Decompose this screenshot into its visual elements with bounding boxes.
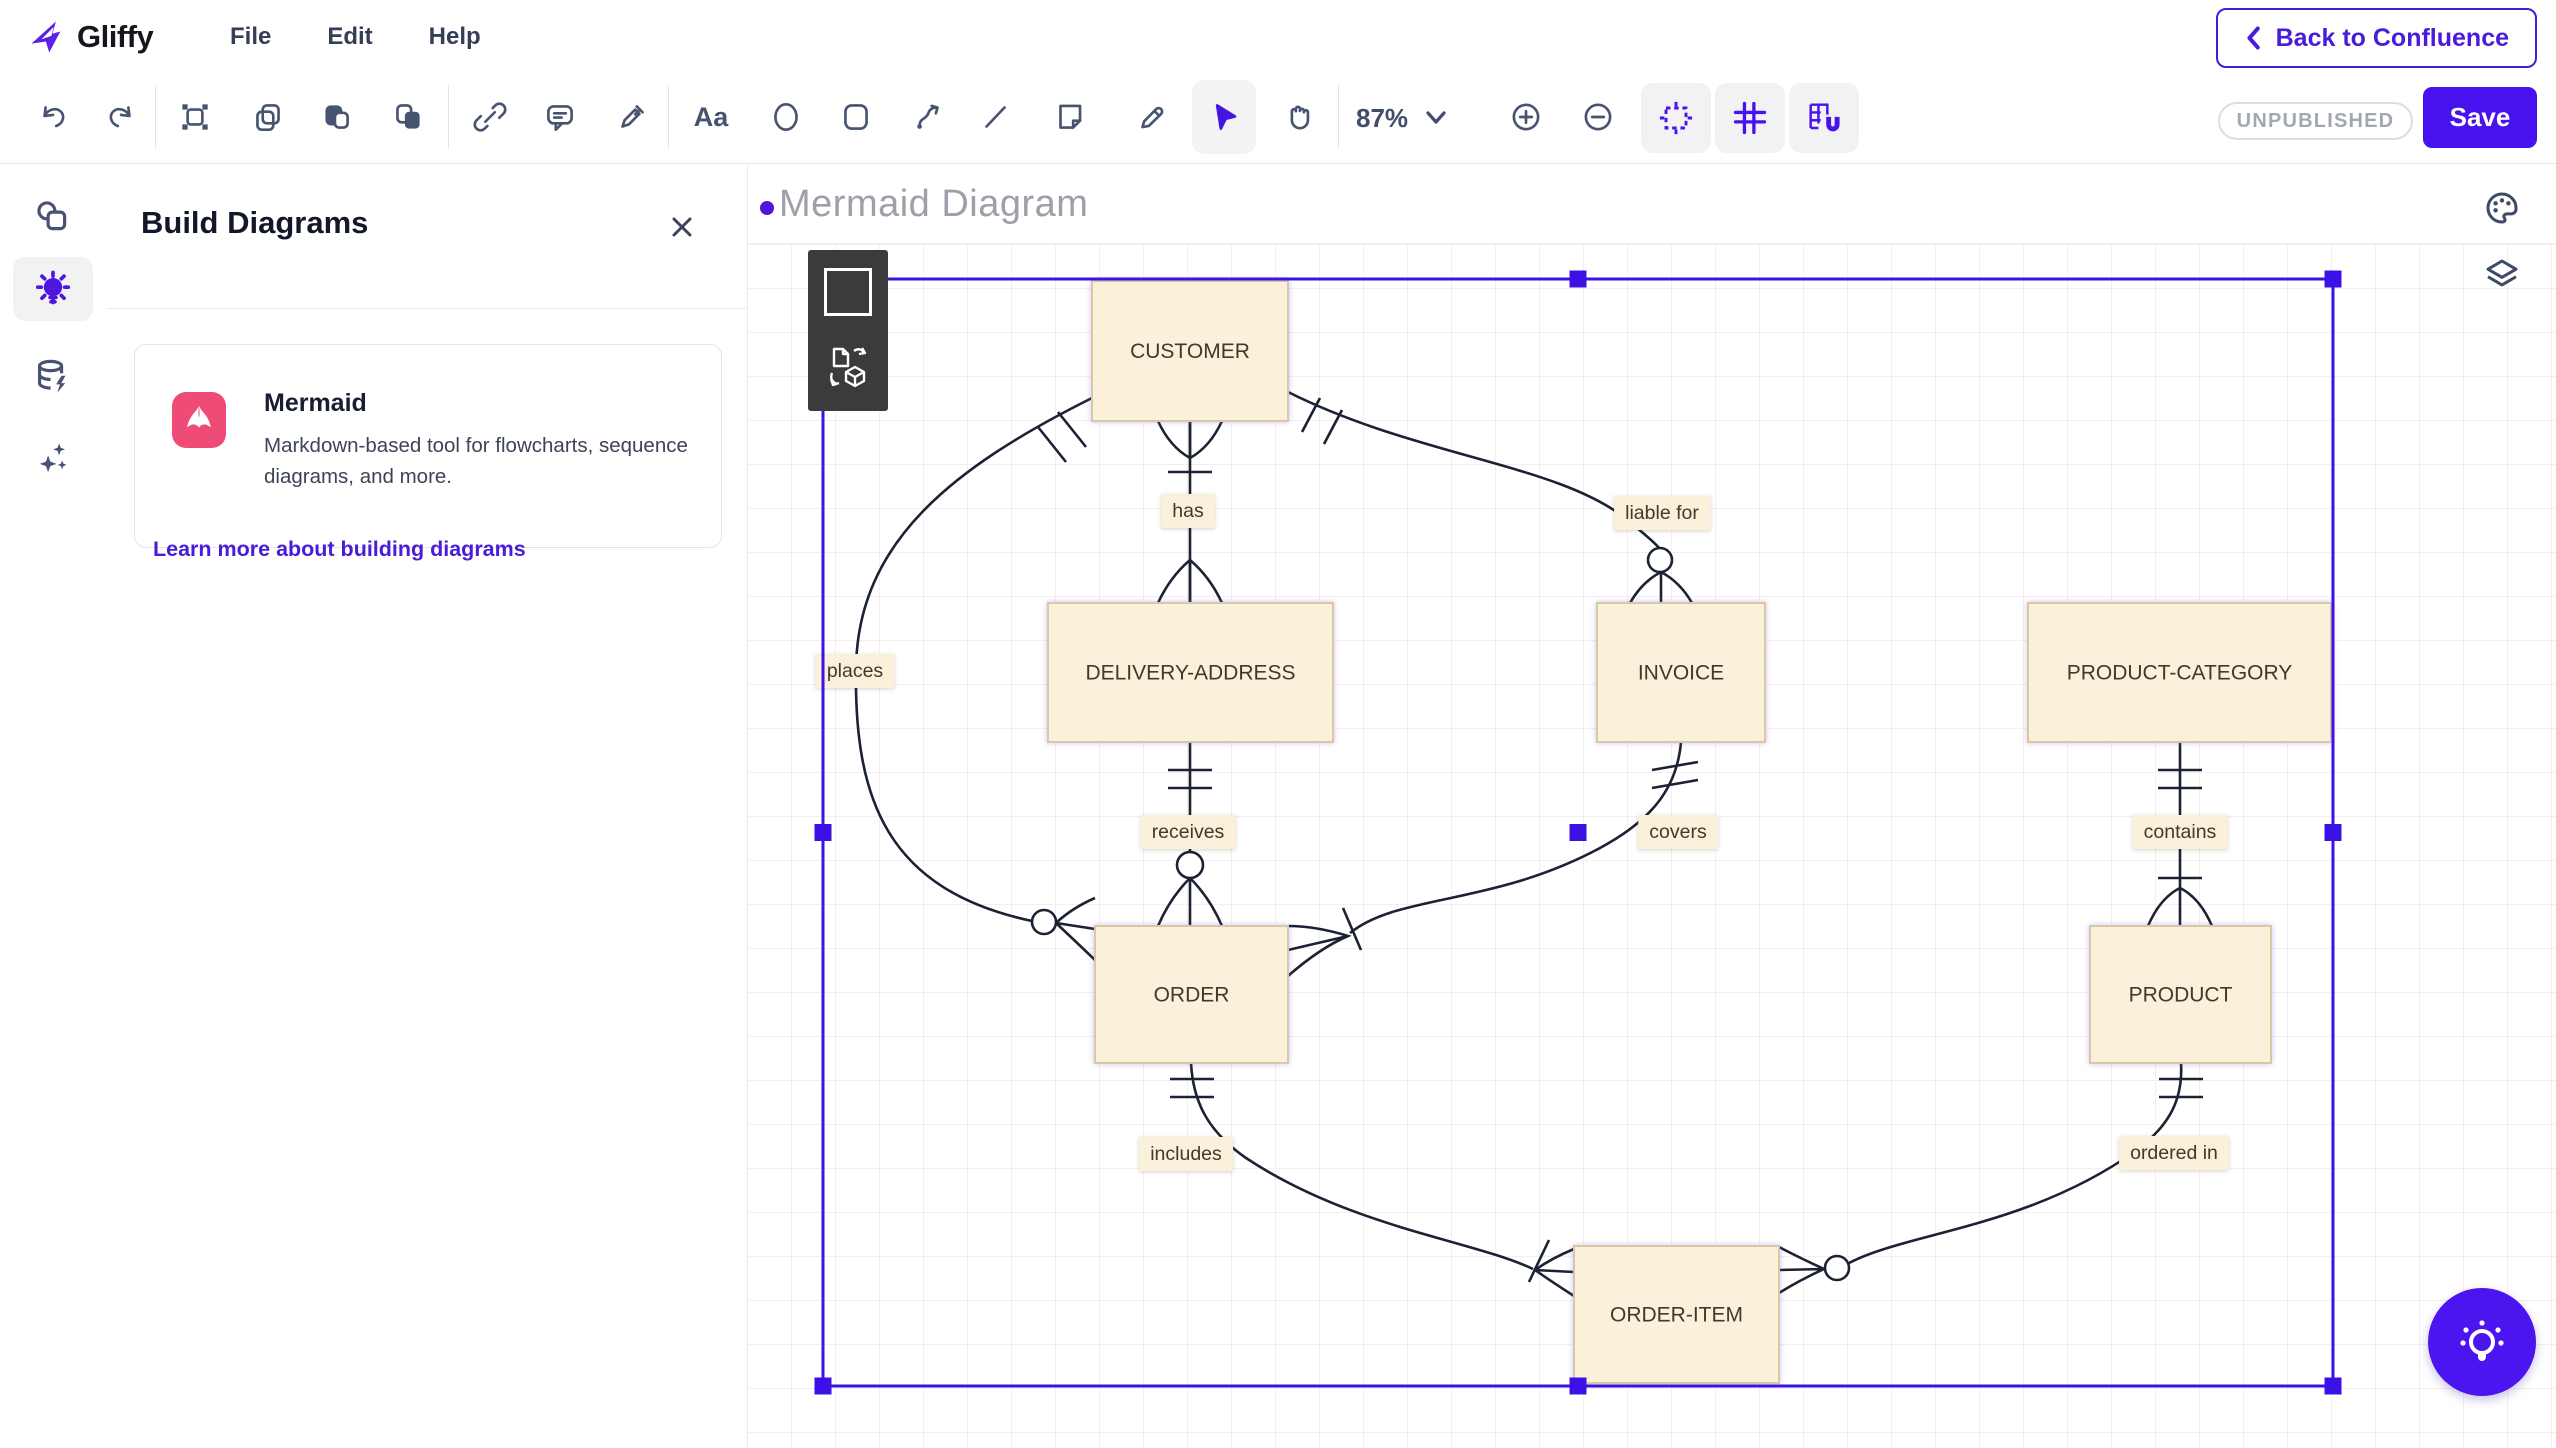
zoom-in-button[interactable]	[1494, 80, 1558, 154]
text-tool-icon: Aa	[694, 102, 729, 133]
tool-line-button[interactable]	[963, 80, 1027, 154]
build-diagrams-panel: Build Diagrams Mermaid Markdown-based to…	[106, 163, 748, 1448]
grid-toggle-button[interactable]	[1715, 83, 1785, 153]
tips-lightbulb-button[interactable]	[2428, 1288, 2536, 1396]
shapes-icon	[31, 195, 75, 239]
mermaid-card-description: Markdown-based tool for flowcharts, sequ…	[264, 430, 716, 492]
left-icon-rail	[0, 163, 107, 1448]
toolbar-divider	[448, 85, 449, 149]
sidebar-item-build-diagrams[interactable]	[13, 257, 93, 321]
title-bullet-dot	[760, 201, 774, 215]
theme-palette-icon[interactable]	[2480, 186, 2524, 230]
close-panel-button[interactable]	[662, 207, 702, 247]
main-menu: File Edit Help	[230, 0, 481, 73]
toolbar: 87% UNPUBLISHED Save Aa	[0, 73, 2556, 164]
chevron-down-icon	[1424, 110, 1448, 126]
menu-bar: Gliffy File Edit Help Back to Confluence	[0, 0, 2556, 74]
tool-link-button[interactable]	[458, 80, 522, 154]
learn-more-link[interactable]: Learn more about building diagrams	[153, 537, 526, 562]
data-import-icon	[31, 355, 75, 399]
tool-shape-button[interactable]	[1038, 80, 1102, 154]
tool-undo-button[interactable]	[21, 80, 85, 154]
tool-pointer-button[interactable]	[1192, 80, 1256, 154]
zoom-level-dropdown[interactable]: 87%	[1356, 73, 1448, 163]
snap-toggle-button[interactable]	[1789, 83, 1859, 153]
canvas-grid[interactable]	[747, 243, 2556, 1448]
panel-divider	[106, 308, 747, 309]
tool-redo-button[interactable]	[89, 80, 153, 154]
tool-rectangle-button[interactable]	[824, 80, 888, 154]
tool-pencil-button[interactable]	[1120, 80, 1184, 154]
layers-icon[interactable]	[2480, 253, 2524, 297]
mermaid-icon	[172, 392, 226, 448]
zoom-out-button[interactable]	[1566, 80, 1630, 154]
gliffy-logo-icon	[27, 17, 67, 57]
tool-connector-button[interactable]	[896, 80, 960, 154]
tool-send-to-back-button[interactable]	[376, 80, 440, 154]
save-button[interactable]: Save	[2423, 87, 2537, 148]
chevron-left-icon	[2244, 25, 2262, 51]
gliffy-logo-text: Gliffy	[77, 19, 153, 55]
gliffy-logo[interactable]: Gliffy	[27, 0, 153, 73]
square-shape-icon[interactable]	[824, 268, 872, 316]
toolbar-divider	[155, 85, 156, 149]
drawing-guides-toggle-button[interactable]	[1641, 83, 1711, 153]
menu-edit[interactable]: Edit	[327, 23, 372, 51]
tool-bring-to-front-button[interactable]	[304, 80, 368, 154]
diagram-title[interactable]: Mermaid Diagram	[779, 183, 1088, 226]
diagram-canvas[interactable]: Mermaid Diagram	[747, 163, 2556, 1448]
panel-title: Build Diagrams	[141, 205, 368, 241]
tool-pan-button[interactable]	[1266, 80, 1330, 154]
back-to-confluence-button[interactable]: Back to Confluence	[2216, 8, 2537, 68]
menu-help[interactable]: Help	[429, 23, 481, 51]
convert-to-shape-icon[interactable]	[822, 341, 874, 393]
mermaid-card-title: Mermaid	[264, 389, 367, 418]
tool-comment-button[interactable]	[528, 80, 592, 154]
sidebar-item-shapes[interactable]	[13, 185, 93, 249]
back-button-label: Back to Confluence	[2276, 24, 2509, 53]
build-diagrams-icon	[31, 267, 75, 311]
status-badge: UNPUBLISHED	[2218, 102, 2413, 140]
sidebar-item-ai-sparkles[interactable]	[13, 426, 93, 490]
toolbar-divider	[668, 85, 669, 149]
ai-sparkles-icon	[31, 436, 75, 480]
tool-ellipse-button[interactable]	[754, 80, 818, 154]
menu-file[interactable]: File	[230, 23, 271, 51]
tool-text-button[interactable]: Aa	[679, 80, 743, 154]
gliffy-editor: Gliffy File Edit Help Back to Confluence…	[0, 0, 2556, 1448]
tool-select-frame-button[interactable]	[163, 80, 227, 154]
zoom-level-value: 87%	[1356, 103, 1408, 134]
toolbar-divider	[1338, 85, 1339, 149]
tool-duplicate-button[interactable]	[236, 80, 300, 154]
mermaid-card[interactable]: Mermaid Markdown-based tool for flowchar…	[134, 344, 722, 548]
tool-eyedropper-button[interactable]	[600, 80, 664, 154]
sidebar-item-data-import[interactable]	[13, 345, 93, 409]
floating-shape-panel[interactable]	[808, 250, 888, 411]
